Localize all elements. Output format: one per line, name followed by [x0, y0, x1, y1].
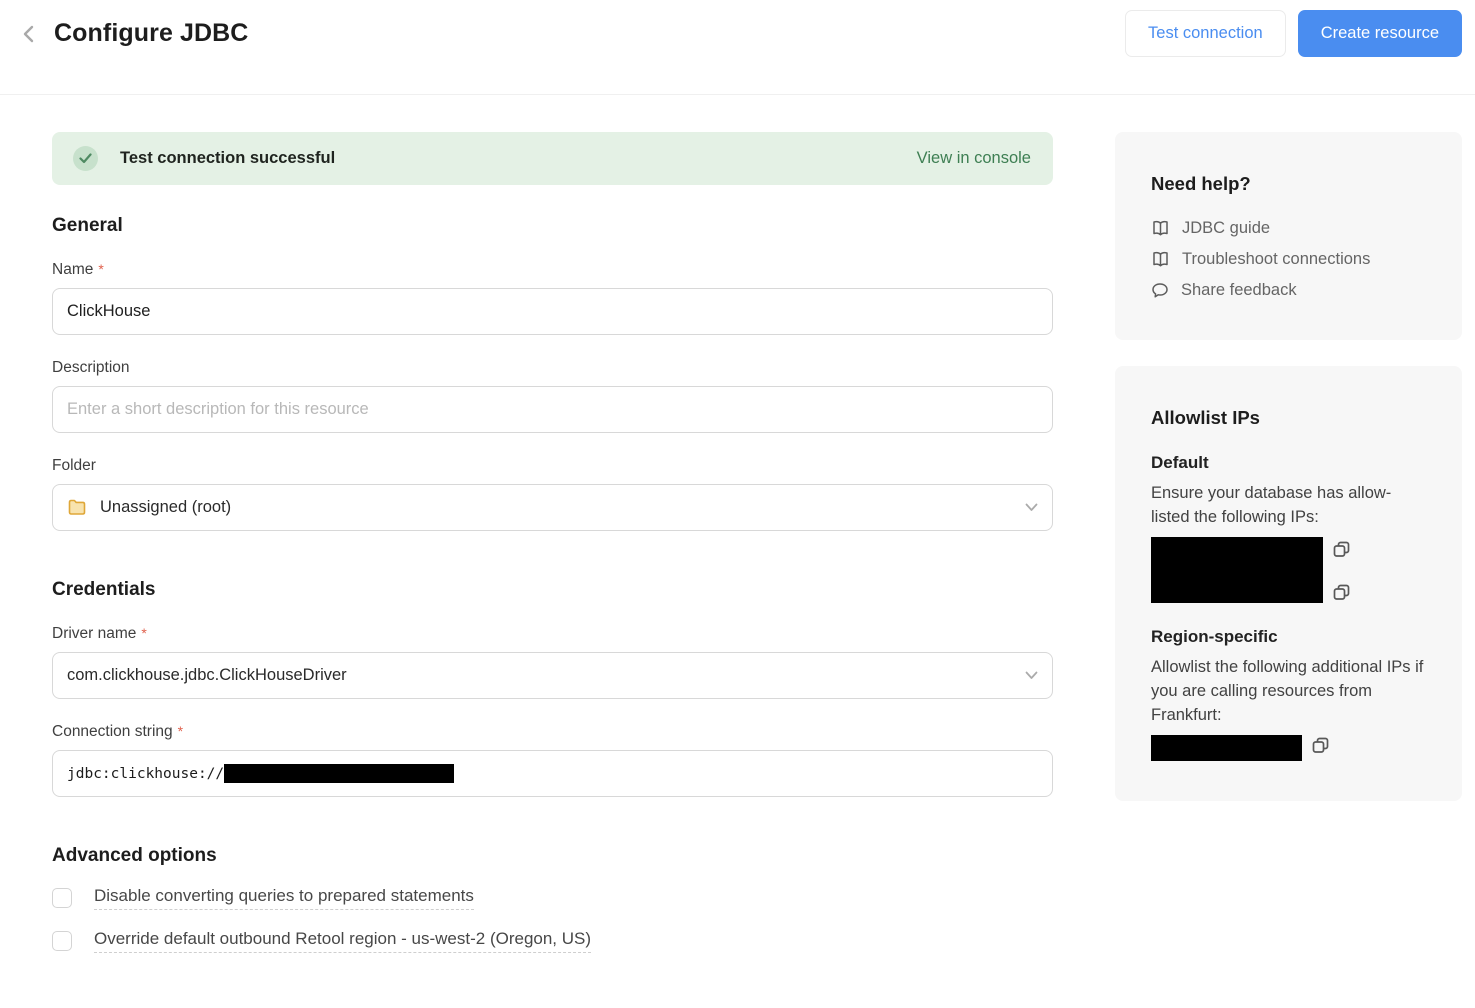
- section-general-heading: General: [52, 215, 1053, 237]
- share-feedback-link[interactable]: Share feedback: [1151, 281, 1426, 300]
- connection-string-input[interactable]: jdbc:clickhouse://: [52, 750, 1053, 797]
- name-label: Name*: [52, 261, 1053, 279]
- banner-message: Test connection successful: [120, 149, 335, 168]
- success-banner: Test connection successful View in conso…: [52, 132, 1053, 185]
- allowlist-region-title: Region-specific: [1151, 627, 1426, 647]
- check-icon: [73, 146, 98, 171]
- jdbc-guide-label: JDBC guide: [1182, 219, 1270, 238]
- chevron-down-icon: [1025, 671, 1038, 680]
- advanced-option-row: Override default outbound Retool region …: [52, 929, 1053, 953]
- description-input[interactable]: [52, 386, 1053, 433]
- redacted-default-ips: [1151, 537, 1323, 603]
- page-title: Configure JDBC: [54, 19, 248, 48]
- required-asterisk: *: [141, 625, 146, 641]
- configure-form: Test connection successful View in conso…: [52, 132, 1053, 953]
- sidebar: Need help? JDBC guide: [1115, 132, 1462, 953]
- redacted-connection-value: [224, 764, 454, 783]
- allowlist-title: Allowlist IPs: [1151, 407, 1426, 429]
- allowlist-region-description: Allowlist the following additional IPs i…: [1151, 655, 1426, 727]
- copy-icon[interactable]: [1333, 584, 1350, 601]
- folder-icon: [67, 499, 87, 516]
- share-feedback-label: Share feedback: [1181, 281, 1297, 300]
- troubleshoot-connections-link[interactable]: Troubleshoot connections: [1151, 250, 1426, 269]
- allowlist-default-description: Ensure your database has allow-listed th…: [1151, 481, 1426, 529]
- description-label: Description: [52, 359, 1053, 377]
- driver-name-select[interactable]: com.clickhouse.jdbc.ClickHouseDriver: [52, 652, 1053, 699]
- allowlist-ips-card: Allowlist IPs Default Ensure your databa…: [1115, 366, 1462, 801]
- override-region-label: Override default outbound Retool region …: [94, 929, 591, 953]
- prepared-statements-checkbox[interactable]: [52, 888, 72, 908]
- override-region-checkbox[interactable]: [52, 931, 72, 951]
- troubleshoot-connections-label: Troubleshoot connections: [1182, 250, 1370, 269]
- required-asterisk: *: [98, 261, 103, 277]
- create-resource-button[interactable]: Create resource: [1298, 10, 1462, 57]
- prepared-statements-label: Disable converting queries to prepared s…: [94, 886, 474, 910]
- folder-select[interactable]: Unassigned (root): [52, 484, 1053, 531]
- test-connection-button[interactable]: Test connection: [1125, 10, 1286, 57]
- name-input[interactable]: [52, 288, 1053, 335]
- view-in-console-link[interactable]: View in console: [917, 149, 1031, 168]
- section-credentials-heading: Credentials: [52, 579, 1053, 601]
- section-advanced-heading: Advanced options: [52, 845, 1053, 867]
- allowlist-default-title: Default: [1151, 453, 1426, 473]
- book-icon: [1151, 251, 1170, 268]
- driver-name-value: com.clickhouse.jdbc.ClickHouseDriver: [67, 666, 347, 685]
- need-help-title: Need help?: [1151, 173, 1426, 195]
- connection-string-label: Connection string*: [52, 723, 1053, 741]
- chevron-down-icon: [1025, 503, 1038, 512]
- jdbc-guide-link[interactable]: JDBC guide: [1151, 219, 1426, 238]
- advanced-option-row: Disable converting queries to prepared s…: [52, 886, 1053, 910]
- need-help-card: Need help? JDBC guide: [1115, 132, 1462, 340]
- folder-label: Folder: [52, 457, 1053, 475]
- copy-icon[interactable]: [1312, 737, 1329, 754]
- connection-string-prefix: jdbc:clickhouse://: [67, 766, 224, 782]
- copy-icon[interactable]: [1333, 541, 1350, 558]
- back-button[interactable]: [14, 20, 42, 48]
- chat-bubble-icon: [1151, 282, 1169, 299]
- driver-name-label: Driver name*: [52, 625, 1053, 643]
- redacted-region-ip: [1151, 735, 1302, 761]
- folder-value: Unassigned (root): [100, 498, 231, 517]
- chevron-left-icon: [22, 24, 35, 44]
- book-icon: [1151, 220, 1170, 237]
- required-asterisk: *: [178, 723, 183, 739]
- page-header: Configure JDBC Test connection Create re…: [0, 0, 1475, 95]
